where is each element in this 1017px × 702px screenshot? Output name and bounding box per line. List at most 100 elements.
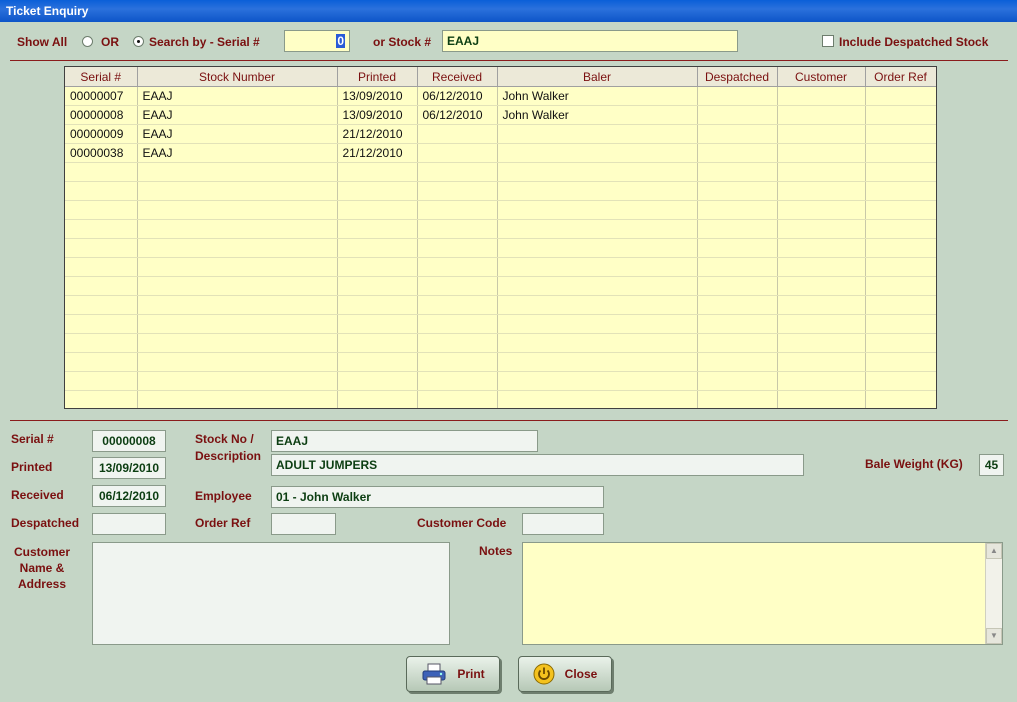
cell-printed: 21/12/2010 (337, 124, 418, 144)
table-row-empty[interactable] (65, 352, 936, 372)
serial-field[interactable]: 00000008 (92, 430, 166, 452)
col-header-printed[interactable]: Printed (337, 67, 418, 87)
order-ref-field[interactable] (271, 513, 336, 535)
serial-search-input[interactable]: 0 (284, 30, 350, 52)
table-row[interactable]: 00000007 EAAJ 13/09/2010 06/12/2010 John Wal… (65, 86, 936, 106)
cell-baler (497, 124, 698, 144)
table-row-empty[interactable] (65, 219, 936, 239)
grid-header-row: Serial # Stock Number Printed Received B… (65, 67, 936, 87)
col-header-received[interactable]: Received (417, 67, 498, 87)
cell-empty (777, 352, 866, 372)
col-header-despatched[interactable]: Despatched (697, 67, 778, 87)
results-table: Serial # Stock Number Printed Received B… (65, 67, 936, 408)
cell-printed: 13/09/2010 (337, 105, 418, 125)
cell-empty (697, 276, 778, 296)
cell-empty (65, 371, 138, 391)
table-row-empty[interactable] (65, 371, 936, 391)
cell-stock-number: EAAJ (137, 105, 338, 125)
table-row[interactable]: 00000038 EAAJ 21/12/2010 (65, 143, 936, 163)
table-row-empty[interactable] (65, 333, 936, 353)
results-grid[interactable]: Serial # Stock Number Printed Received B… (64, 66, 937, 409)
search-by-radio[interactable] (133, 36, 144, 47)
cell-empty (337, 371, 418, 391)
employee-field[interactable]: 01 - John Walker (271, 486, 604, 508)
stock-search-input[interactable]: EAAJ (442, 30, 738, 52)
customer-code-label: Customer Code (417, 516, 507, 530)
table-row-empty[interactable] (65, 162, 936, 182)
customer-code-field[interactable] (522, 513, 604, 535)
cell-empty (65, 200, 138, 220)
cell-empty (65, 219, 138, 239)
notes-textarea[interactable]: ▲ ▼ (522, 542, 1003, 645)
show-all-radio[interactable] (82, 36, 93, 47)
customer-address-label-line2: Name & (19, 561, 65, 575)
cell-empty (337, 333, 418, 353)
description-field[interactable]: ADULT JUMPERS (271, 454, 804, 476)
cell-empty (65, 257, 138, 277)
bale-weight-field[interactable]: 45 (979, 454, 1004, 476)
table-row-empty[interactable] (65, 295, 936, 315)
employee-label: Employee (195, 489, 252, 503)
cell-empty (497, 238, 698, 258)
serial-label: Serial # (11, 432, 54, 446)
cell-customer (777, 143, 866, 163)
table-row[interactable]: 00000009 EAAJ 21/12/2010 (65, 124, 936, 144)
stock-no-field[interactable]: EAAJ (271, 430, 538, 452)
table-row-empty[interactable] (65, 390, 936, 408)
cell-stock-number: EAAJ (137, 124, 338, 144)
col-header-baler[interactable]: Baler (497, 67, 698, 87)
cell-empty (497, 295, 698, 315)
col-header-serial[interactable]: Serial # (65, 67, 138, 87)
cell-empty (697, 181, 778, 201)
cell-empty (337, 200, 418, 220)
cell-empty (65, 295, 138, 315)
cell-empty (697, 333, 778, 353)
cell-empty (65, 314, 138, 334)
table-row-empty[interactable] (65, 181, 936, 201)
serial-search-value: 0 (336, 34, 345, 48)
cell-empty (417, 219, 498, 239)
col-header-customer[interactable]: Customer (777, 67, 866, 87)
cell-empty (865, 295, 936, 315)
cell-empty (777, 257, 866, 277)
cell-empty (137, 162, 338, 182)
close-button[interactable]: Close (518, 656, 612, 692)
cell-empty (417, 390, 498, 408)
cell-empty (777, 314, 866, 334)
table-row-empty[interactable] (65, 257, 936, 277)
printed-field[interactable]: 13/09/2010 (92, 457, 166, 479)
cell-empty (337, 276, 418, 296)
cell-empty (337, 352, 418, 372)
printer-icon (422, 663, 446, 685)
table-row-empty[interactable] (65, 200, 936, 220)
received-field[interactable]: 06/12/2010 (92, 485, 166, 507)
cell-empty (417, 257, 498, 277)
cell-empty (417, 352, 498, 372)
scroll-down-arrow-icon[interactable]: ▼ (986, 628, 1002, 644)
cell-empty (497, 333, 698, 353)
cell-empty (865, 371, 936, 391)
include-despatched-checkbox[interactable] (822, 35, 834, 47)
cell-empty (137, 314, 338, 334)
notes-scrollbar[interactable]: ▲ ▼ (985, 543, 1002, 644)
cell-empty (865, 333, 936, 353)
col-header-stock-number[interactable]: Stock Number (137, 67, 338, 87)
col-header-order-ref[interactable]: Order Ref (865, 67, 936, 87)
despatched-field[interactable] (92, 513, 166, 535)
scroll-up-arrow-icon[interactable]: ▲ (986, 543, 1002, 559)
cell-empty (777, 276, 866, 296)
table-row-empty[interactable] (65, 276, 936, 296)
table-row-empty[interactable] (65, 314, 936, 334)
print-button[interactable]: Print (406, 656, 500, 692)
include-despatched-label: Include Despatched Stock (839, 35, 989, 49)
cell-empty (137, 371, 338, 391)
bale-weight-label: Bale Weight (KG) (865, 457, 963, 471)
printed-label: Printed (11, 460, 53, 474)
customer-address-textarea[interactable] (92, 542, 450, 645)
cell-received: 06/12/2010 (417, 86, 498, 106)
customer-address-label-line1: Customer (13, 545, 70, 559)
cell-empty (497, 371, 698, 391)
cell-baler (497, 143, 698, 163)
table-row-empty[interactable] (65, 238, 936, 258)
table-row[interactable]: 00000008 EAAJ 13/09/2010 06/12/2010 John Wal… (65, 105, 936, 125)
